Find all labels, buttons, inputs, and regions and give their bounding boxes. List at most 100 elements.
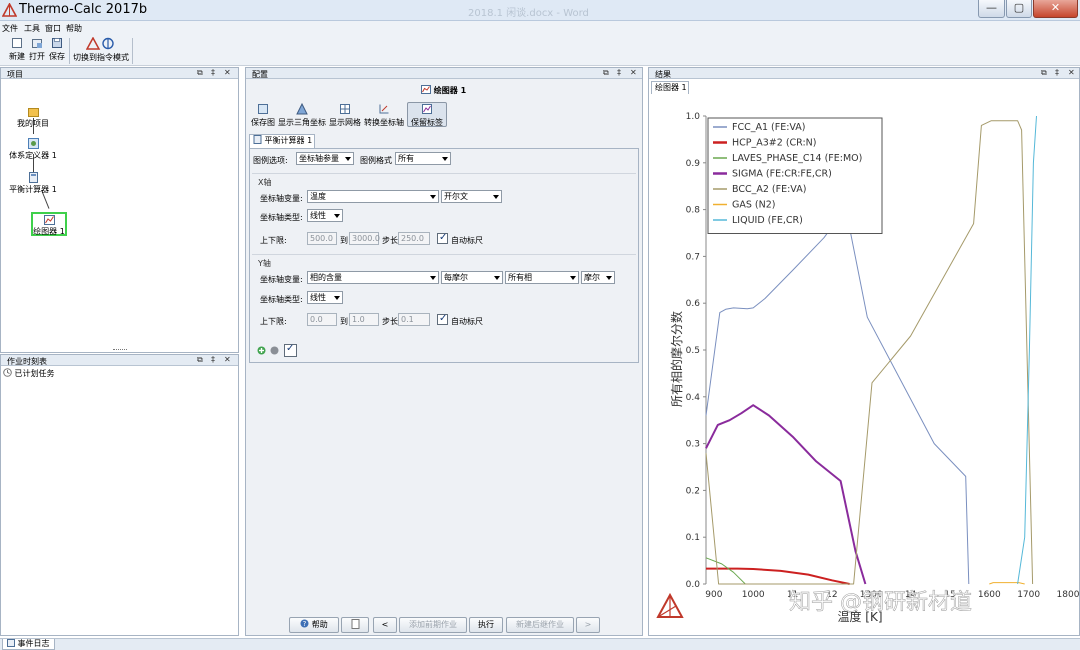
menu-window[interactable]: 窗口: [45, 23, 61, 34]
tab-equilibrium-calculator[interactable]: 平衡计算器 1: [249, 134, 315, 148]
pin-icon[interactable]: ‡: [617, 68, 621, 77]
tree-node-project[interactable]: 我的项目: [13, 107, 53, 129]
x-tick-label: 1800: [1057, 590, 1079, 600]
add-predecessor-button[interactable]: 添加前期作业: [399, 617, 467, 633]
panel-close-icon[interactable]: ✕: [224, 68, 231, 77]
tree-node-system-definer[interactable]: 体系定义器 1: [5, 138, 61, 161]
y-unit-select[interactable]: 摩尔: [581, 271, 615, 284]
show-grid-button[interactable]: 显示网格: [329, 103, 361, 128]
save-button[interactable]: 保存: [48, 37, 66, 62]
chevron-down-icon: [493, 195, 499, 199]
legend-option-select[interactable]: 坐标轴参量: [296, 152, 354, 165]
tree-node-plot-renderer[interactable]: 绘图器 1: [31, 212, 67, 236]
show-triangle-label: 显示三角坐标: [278, 118, 326, 127]
show-triangle-button[interactable]: 显示三角坐标: [278, 103, 326, 128]
show-grid-label: 显示网格: [329, 118, 361, 127]
maximize-button[interactable]: ▢: [1006, 0, 1032, 18]
system-definer-icon: [27, 138, 39, 149]
menu-file[interactable]: 文件: [2, 23, 18, 34]
status-bar: 事件日志: [0, 638, 1080, 650]
save-plot-button[interactable]: 保存图: [250, 103, 276, 128]
calculator-icon: [28, 172, 38, 183]
menu-help[interactable]: 帮助: [66, 23, 82, 34]
y-tick-label: 0.8: [686, 206, 701, 216]
undock-icon[interactable]: ⧉: [1041, 68, 1047, 78]
project-panel-title: 项目: [7, 70, 23, 79]
undock-icon[interactable]: ⧉: [197, 68, 203, 78]
legend-entry: FCC_A1 (FE:VA): [732, 122, 806, 133]
undock-icon[interactable]: ⧉: [603, 68, 609, 78]
y-step-label: 步长: [382, 317, 398, 326]
y-type-select[interactable]: 线性: [307, 291, 343, 304]
menu-tools[interactable]: 工具: [24, 23, 40, 34]
y-variable-select[interactable]: 相的含量: [307, 271, 439, 284]
document-button[interactable]: [341, 617, 369, 633]
add-successor-button[interactable]: 新建后继作业: [506, 617, 574, 633]
next-button[interactable]: >: [576, 617, 600, 633]
splitter-grip[interactable]: [113, 349, 127, 351]
help-button[interactable]: ? 帮助: [289, 617, 339, 633]
title-bar: Thermo-Calc 2017b 2018.1 闲谈.docx - Word …: [0, 0, 1080, 21]
minimize-button[interactable]: —: [978, 0, 1005, 18]
open-button[interactable]: 打开: [28, 37, 46, 62]
phase-fraction-chart[interactable]: 0.0 0.1 0.2 0.3 0.4 0.5 0.6 0.7 0.8 0.9 1.0 900 1000…: [649, 96, 1079, 635]
pin-icon[interactable]: ‡: [1055, 68, 1059, 77]
console-mode-button[interactable]: 切换到指令模式: [72, 37, 130, 63]
y-max-field[interactable]: 1.0: [349, 313, 379, 326]
x-auto-scale-label: 自动标尺: [451, 236, 483, 245]
x-unit-select[interactable]: 开尔文: [441, 190, 502, 203]
pin-icon[interactable]: ‡: [211, 355, 215, 364]
swap-axes-button[interactable]: 转换坐标轴: [364, 103, 404, 128]
y-min-field[interactable]: 0.0: [307, 313, 337, 326]
x-variable-select[interactable]: 温度: [307, 190, 439, 203]
results-panel-header: 结果 ⧉ ‡ ✕: [649, 68, 1079, 79]
panel-close-icon[interactable]: ✕: [1068, 68, 1075, 77]
close-button[interactable]: ✕: [1033, 0, 1078, 18]
y-to-label: 到: [340, 317, 348, 326]
pin-icon[interactable]: ‡: [211, 68, 215, 77]
tree-node-equilibrium-calculator[interactable]: 平衡计算器 1: [5, 172, 61, 195]
remove-plot-icon[interactable]: [270, 346, 279, 355]
y-phase-select[interactable]: 所有相: [505, 271, 579, 284]
toolbar-separator: [132, 38, 133, 64]
keep-labels-icon: [422, 104, 432, 114]
panel-close-icon[interactable]: ✕: [630, 68, 637, 77]
x-tick-label: 1600: [978, 590, 1001, 600]
x-step-field[interactable]: 250.0: [398, 232, 430, 245]
run-button[interactable]: 执行: [469, 617, 503, 633]
x-max-field[interactable]: 3000.0: [349, 232, 380, 245]
series-line-3: [705, 404, 867, 585]
x-auto-scale-checkbox[interactable]: [437, 232, 448, 244]
tab-plot-renderer[interactable]: 绘图器 1: [651, 81, 689, 94]
svg-text:?: ?: [303, 620, 307, 628]
x-step-label: 步长: [382, 236, 398, 245]
legend-style-select[interactable]: 所有: [395, 152, 451, 165]
x-min-field[interactable]: 500.0: [307, 232, 337, 245]
chevron-down-icon: [345, 157, 351, 161]
new-button[interactable]: 新建: [7, 37, 27, 62]
chevron-down-icon: [494, 276, 500, 280]
save-plot-label: 保存图: [251, 118, 275, 127]
undock-icon[interactable]: ⧉: [197, 355, 203, 365]
tree-node-label: 平衡计算器 1: [9, 185, 57, 194]
minimize-icon: —: [986, 1, 997, 14]
legend-entry: GAS (N2): [732, 200, 775, 211]
schedule-panel: 作业时刻表 ⧉ ‡ ✕ 已计划任务: [0, 354, 239, 636]
y-step-field[interactable]: 0.1: [398, 313, 430, 326]
x-type-select[interactable]: 线性: [307, 209, 343, 222]
open-folder-icon: [32, 39, 42, 48]
keep-labels-button[interactable]: 保留标签: [407, 102, 447, 127]
new-file-icon: [12, 38, 22, 48]
document-icon: [351, 619, 359, 629]
previous-button[interactable]: <: [373, 617, 397, 633]
add-plot-icon[interactable]: [257, 346, 266, 355]
enable-plot-checkbox[interactable]: [284, 343, 297, 357]
event-log-tab[interactable]: 事件日志: [2, 639, 55, 650]
config-panel-header: 配置 ⧉ ‡ ✕: [246, 68, 642, 79]
config-panel: 配置 ⧉ ‡ ✕ 绘图器 1 保存图 显示三角坐标 显示网格 转换坐标轴 保留标…: [245, 67, 643, 636]
run-label: 执行: [478, 620, 494, 629]
y-basis-select[interactable]: 每摩尔: [441, 271, 503, 284]
scheduled-jobs-item[interactable]: 已计划任务: [3, 368, 55, 379]
panel-close-icon[interactable]: ✕: [224, 355, 231, 364]
y-auto-scale-checkbox[interactable]: [437, 313, 448, 325]
